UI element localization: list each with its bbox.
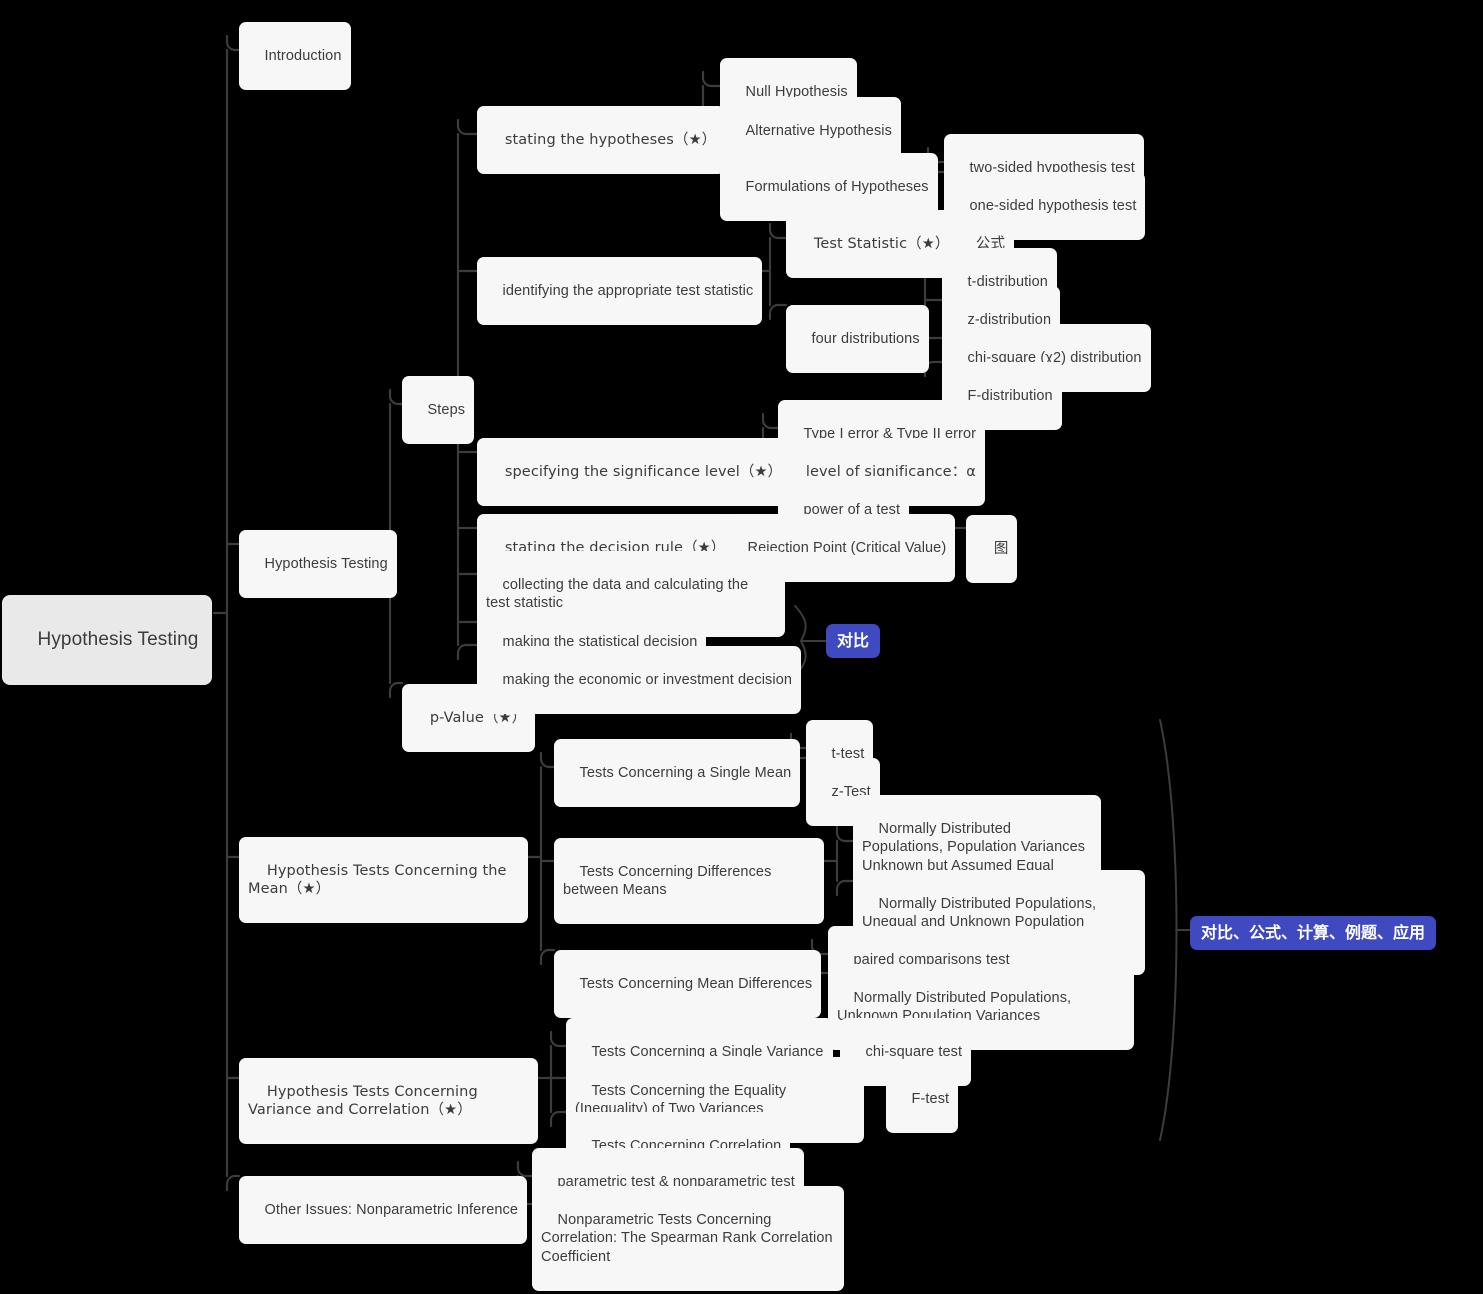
- node-stating-hypotheses[interactable]: stating the hypotheses（★）: [477, 106, 726, 174]
- node-collecting-data-label: collecting the data and calculating the …: [486, 576, 753, 612]
- badge-duibi-label: 对比: [837, 631, 870, 650]
- node-specifying-significance-level-label: specifying the significance level（★）: [504, 463, 783, 480]
- node-variance-correlation-tests[interactable]: Hypothesis Tests Concerning Variance and…: [239, 1058, 538, 1144]
- node-stating-hypotheses-label: stating the hypotheses（★）: [504, 131, 717, 148]
- node-test-statistic-label: Test Statistic（★）: [813, 235, 950, 252]
- node-chi-square-test-label: chi-square test: [865, 1043, 963, 1060]
- node-economic-decision-label: making the economic or investment decisi…: [502, 671, 793, 688]
- node-single-mean-label: Tests Concerning a Single Mean: [579, 764, 792, 781]
- badge-duibi[interactable]: 对比: [826, 624, 881, 658]
- node-introduction-label: Introduction: [264, 47, 342, 64]
- node-four-distributions-label: four distributions: [811, 330, 920, 347]
- node-hypothesis-testing-label: Hypothesis Testing: [264, 555, 388, 572]
- node-mean-tests-label: Hypothesis Tests Concerning the Mean（★）: [248, 862, 512, 898]
- node-specifying-significance-level[interactable]: specifying the significance level（★）: [477, 438, 792, 506]
- node-steps[interactable]: Steps: [402, 376, 475, 444]
- node-identifying-test-statistic-label: identifying the appropriate test statist…: [502, 282, 754, 299]
- badge-duibi-gongshi-jisuan[interactable]: 对比、公式、计算、例题、应用: [1190, 916, 1437, 950]
- node-hypothesis-testing[interactable]: Hypothesis Testing: [239, 530, 397, 598]
- node-mean-differences-label: Tests Concerning Mean Differences: [579, 975, 813, 992]
- node-other-issues[interactable]: Other Issues: Nonparametric Inference: [239, 1176, 528, 1244]
- node-tu-diagram[interactable]: 图: [966, 515, 1018, 583]
- node-four-distributions[interactable]: four distributions: [786, 305, 929, 373]
- node-test-statistic[interactable]: Test Statistic（★）: [786, 210, 959, 278]
- node-introduction[interactable]: Introduction: [239, 22, 351, 90]
- node-mean-differences[interactable]: Tests Concerning Mean Differences: [554, 950, 822, 1018]
- mindmap-canvas: Hypothesis Testing Introduction Hypothes…: [0, 0, 1483, 1294]
- node-formulations-of-hypotheses-label: Formulations of Hypotheses: [745, 178, 929, 195]
- node-tu-diagram-label: 图: [993, 540, 1009, 557]
- badge-duibi-gongshi-jisuan-label: 对比、公式、计算、例题、应用: [1201, 923, 1426, 942]
- root-node[interactable]: Hypothesis Testing: [2, 595, 213, 685]
- node-other-issues-label: Other Issues: Nonparametric Inference: [264, 1201, 519, 1218]
- node-mean-tests[interactable]: Hypothesis Tests Concerning the Mean（★）: [239, 837, 528, 923]
- node-single-mean[interactable]: Tests Concerning a Single Mean: [554, 739, 801, 807]
- node-f-test[interactable]: F-test: [886, 1065, 959, 1133]
- node-differences-between-means[interactable]: Tests Concerning Differences between Mea…: [554, 838, 824, 924]
- node-f-test-label: F-test: [911, 1090, 950, 1107]
- node-normal-equal-variances-label: Normally Distributed Populations, Popula…: [862, 820, 1090, 874]
- node-differences-between-means-label: Tests Concerning Differences between Mea…: [563, 863, 776, 899]
- node-economic-decision[interactable]: making the economic or investment decisi…: [477, 646, 802, 714]
- node-spearman-rank-correlation[interactable]: Nonparametric Tests Concerning Correlati…: [532, 1186, 844, 1291]
- node-steps-label: Steps: [427, 401, 466, 418]
- node-alternative-hypothesis-label: Alternative Hypothesis: [745, 122, 892, 139]
- node-variance-correlation-tests-label: Hypothesis Tests Concerning Variance and…: [248, 1083, 483, 1119]
- node-identifying-test-statistic[interactable]: identifying the appropriate test statist…: [477, 257, 763, 325]
- root-node-label: Hypothesis Testing: [37, 629, 199, 650]
- node-spearman-rank-correlation-label: Nonparametric Tests Concerning Correlati…: [541, 1211, 837, 1265]
